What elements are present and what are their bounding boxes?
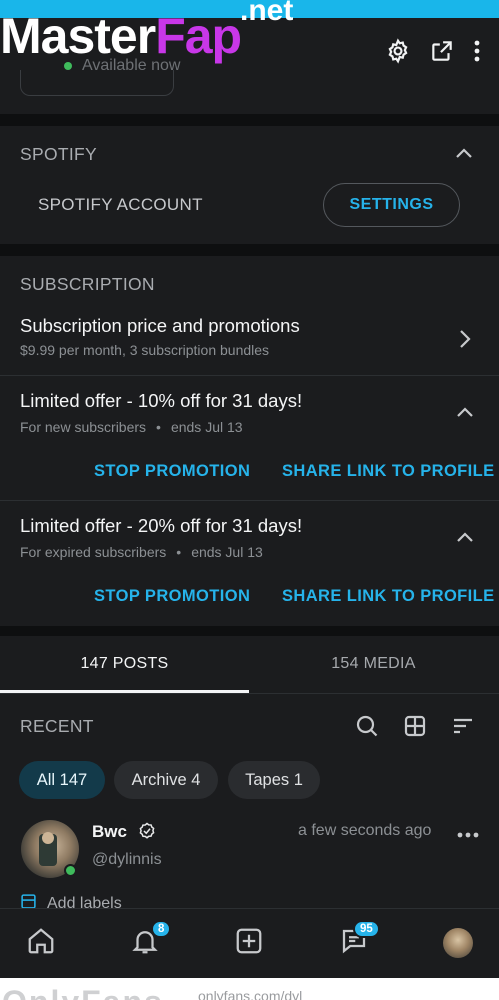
messages-badge: 95 (353, 920, 380, 938)
offer-audience: For expired subscribers (20, 544, 167, 560)
subscription-section: SUBSCRIPTION Subscription price and prom… (0, 256, 499, 626)
filter-chip-all[interactable]: All 147 (19, 761, 105, 799)
section-divider (0, 114, 499, 126)
separator-dot: • (156, 419, 161, 435)
filter-chip-archive[interactable]: Archive 4 (114, 761, 218, 799)
section-divider (0, 244, 499, 256)
online-indicator-icon (64, 864, 77, 877)
post-author-handle[interactable]: @dylinnis (92, 851, 162, 869)
recent-title: RECENT (20, 716, 94, 736)
top-bar: MasterFap .net Available now (0, 0, 499, 96)
sort-icon[interactable] (451, 714, 475, 743)
tab-media[interactable]: 154 MEDIA (249, 636, 498, 692)
spotify-section: SPOTIFY SPOTIFY ACCOUNT SETTINGS (0, 126, 499, 244)
chevron-up-icon[interactable] (455, 405, 475, 424)
profile-avatar[interactable] (443, 928, 473, 958)
footer-watermark-url: onlyfans.com/dyl (198, 988, 303, 1000)
watermark-part2: Fap (155, 8, 242, 64)
offer-ends: ends Jul 13 (170, 419, 243, 435)
spotify-account-label: SPOTIFY ACCOUNT (38, 195, 203, 214)
watermark-suffix: .net (240, 0, 294, 27)
spotify-settings-button[interactable]: SETTINGS (323, 183, 460, 227)
home-icon[interactable] (26, 926, 56, 961)
separator-dot: • (176, 544, 182, 560)
post-timestamp: a few seconds ago (298, 822, 432, 839)
share-link-button[interactable]: SHARE LINK TO PROFILE (282, 462, 495, 481)
gear-icon[interactable] (385, 38, 411, 64)
more-vertical-icon[interactable] (473, 39, 481, 63)
chevron-right-icon[interactable] (459, 329, 471, 354)
spotify-title: SPOTIFY (20, 144, 97, 164)
search-icon[interactable] (355, 714, 379, 743)
filter-chip-tapes[interactable]: Tapes 1 (228, 761, 320, 799)
stop-promotion-button[interactable]: STOP PROMOTION (94, 587, 250, 606)
subscription-price-title: Subscription price and promotions (20, 315, 300, 336)
subscription-title: SUBSCRIPTION (20, 274, 155, 294)
watermark-logo: MasterFap (0, 8, 242, 64)
subscription-price-sub: $9.99 per month, 3 subscription bundles (20, 342, 270, 358)
share-link-button[interactable]: SHARE LINK TO PROFILE (282, 587, 495, 606)
row-divider (0, 500, 499, 501)
watermark-part1: Master (0, 8, 156, 64)
plus-square-icon[interactable] (234, 926, 264, 961)
author-name-text: Bwc (92, 822, 127, 841)
chevron-up-icon[interactable] (455, 530, 475, 549)
offer-meta: For new subscribers • ends Jul 13 (20, 419, 243, 435)
offer-meta: For expired subscribers • ends Jul 13 (20, 544, 263, 560)
tabs-divider (0, 693, 499, 694)
notifications-badge: 8 (151, 920, 172, 938)
offer-ends: ends Jul 13 (191, 544, 263, 560)
chevron-up-icon[interactable] (454, 146, 474, 165)
content-tabs: 147 POSTS 154 MEDIA (0, 636, 499, 694)
verified-icon (138, 822, 156, 845)
share-icon[interactable] (429, 38, 455, 64)
stop-promotion-button[interactable]: STOP PROMOTION (94, 462, 250, 481)
offer-audience: For new subscribers (20, 419, 147, 435)
recent-actions (355, 714, 475, 743)
footer-watermark: OnlyFans onlyfans.com/dyl (0, 978, 499, 1000)
grid-icon[interactable] (403, 714, 427, 743)
section-divider (0, 626, 499, 636)
more-horizontal-icon[interactable] (456, 826, 480, 844)
header-actions (385, 38, 481, 64)
offer-title: Limited offer - 20% off for 31 days! (20, 515, 303, 536)
offer-title: Limited offer - 10% off for 31 days! (20, 390, 303, 411)
online-dot-icon (64, 61, 72, 70)
post-author-name[interactable]: Bwc (92, 822, 156, 845)
footer-watermark-brand: OnlyFans (2, 984, 164, 1000)
edit-profile-button[interactable] (20, 70, 174, 96)
row-divider (0, 375, 499, 376)
tab-posts[interactable]: 147 POSTS (0, 636, 249, 692)
